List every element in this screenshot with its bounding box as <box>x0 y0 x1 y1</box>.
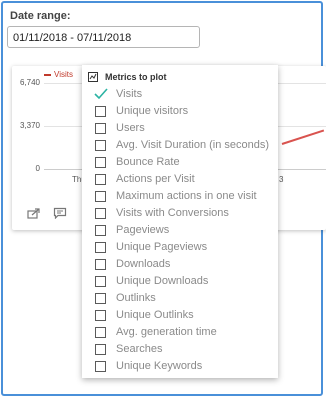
metric-label: Pageviews <box>116 224 170 236</box>
metric-label: Downloads <box>116 258 171 270</box>
metric-label: Visits with Conversions <box>116 207 229 219</box>
metric-label: Visits <box>116 88 143 100</box>
metric-checkbox[interactable] <box>95 360 106 372</box>
grid-line-mid <box>44 126 82 127</box>
metric-option[interactable]: Downloads <box>95 256 170 272</box>
metric-option[interactable]: Unique visitors <box>95 103 188 119</box>
export-icon[interactable] <box>27 207 41 219</box>
metric-checkbox[interactable] <box>95 258 106 270</box>
metric-option[interactable]: Visits with Conversions <box>95 205 229 221</box>
metric-checkbox[interactable] <box>95 292 106 304</box>
metric-option[interactable]: Bounce Rate <box>95 154 180 170</box>
metric-option[interactable]: Unique Outlinks <box>95 307 194 323</box>
y-tick-mid: 3,370 <box>19 121 40 130</box>
metric-option[interactable]: Avg. Visit Duration (in seconds) <box>95 137 269 153</box>
series-legend[interactable]: Visits <box>44 70 73 79</box>
metric-checkbox[interactable] <box>95 275 106 287</box>
metric-label: Unique Pageviews <box>116 241 208 253</box>
metric-checkbox[interactable] <box>95 122 106 134</box>
metric-checkbox[interactable] <box>95 190 106 202</box>
metric-option[interactable]: Searches <box>95 341 162 357</box>
x-label-date: 3 <box>279 175 284 184</box>
metric-label: Unique Keywords <box>116 360 203 372</box>
metric-option[interactable]: Pageviews <box>95 222 169 238</box>
metric-option[interactable]: Maximum actions in one visit <box>95 188 257 204</box>
y-tick-max: 6,740 <box>19 78 40 87</box>
metric-label: Unique Outlinks <box>116 309 194 321</box>
grid-line-mid-right <box>278 126 326 127</box>
metric-label: Unique visitors <box>116 105 189 117</box>
metric-checkbox[interactable] <box>95 241 106 253</box>
metric-option[interactable]: Unique Pageviews <box>95 239 207 255</box>
metric-label: Actions per Visit <box>116 173 195 185</box>
series-swatch <box>44 73 51 76</box>
metric-label: Unique Downloads <box>116 275 209 287</box>
metric-label: Avg. Visit Duration (in seconds) <box>116 139 270 151</box>
metric-checkbox[interactable] <box>95 224 106 236</box>
annotation-icon[interactable] <box>53 207 67 220</box>
metrics-picker-icon[interactable] <box>88 72 98 82</box>
metric-label: Outlinks <box>116 292 156 304</box>
metric-label: Users <box>116 122 145 134</box>
series-legend-label: Visits <box>54 70 73 79</box>
metric-option[interactable]: Avg. generation time <box>95 324 217 340</box>
metric-checkbox[interactable] <box>95 326 106 338</box>
date-range-label: Date range: <box>10 10 71 22</box>
metric-label: Searches <box>116 343 163 355</box>
metrics-picker-menu: Metrics to plot Visits Unique visitors Use… <box>82 65 278 378</box>
y-tick-min: 0 <box>35 164 40 173</box>
x-axis-line <box>44 169 82 170</box>
metric-label: Avg. generation time <box>116 326 217 338</box>
metrics-picker-header[interactable]: Metrics to plot <box>88 70 167 84</box>
metric-checkbox[interactable] <box>95 156 106 168</box>
metric-option[interactable]: Users <box>95 120 145 136</box>
metric-checkbox[interactable] <box>95 309 106 321</box>
metric-option[interactable]: Unique Downloads <box>95 273 208 289</box>
metric-checkbox[interactable] <box>95 139 106 151</box>
x-axis-line-right <box>278 169 326 170</box>
metrics-picker-title: Metrics to plot <box>105 72 167 82</box>
metric-option[interactable]: Unique Keywords <box>95 358 202 374</box>
metric-checkbox[interactable] <box>95 105 106 117</box>
metric-label: Maximum actions in one visit <box>116 190 257 202</box>
metric-label: Bounce Rate <box>116 156 180 168</box>
grid-line-top-right <box>278 83 326 84</box>
metric-checkbox[interactable] <box>95 207 106 219</box>
checkmark-icon[interactable] <box>94 88 108 100</box>
metric-checkbox[interactable] <box>95 173 106 185</box>
metric-option[interactable]: Outlinks <box>95 290 156 306</box>
metric-checkbox[interactable] <box>95 343 106 355</box>
metric-option[interactable]: Actions per Visit <box>95 171 195 187</box>
metric-option[interactable]: Visits <box>94 86 143 102</box>
grid-line-top <box>44 83 82 84</box>
date-range-input[interactable]: 01/11/2018 - 07/11/2018 <box>7 26 200 48</box>
